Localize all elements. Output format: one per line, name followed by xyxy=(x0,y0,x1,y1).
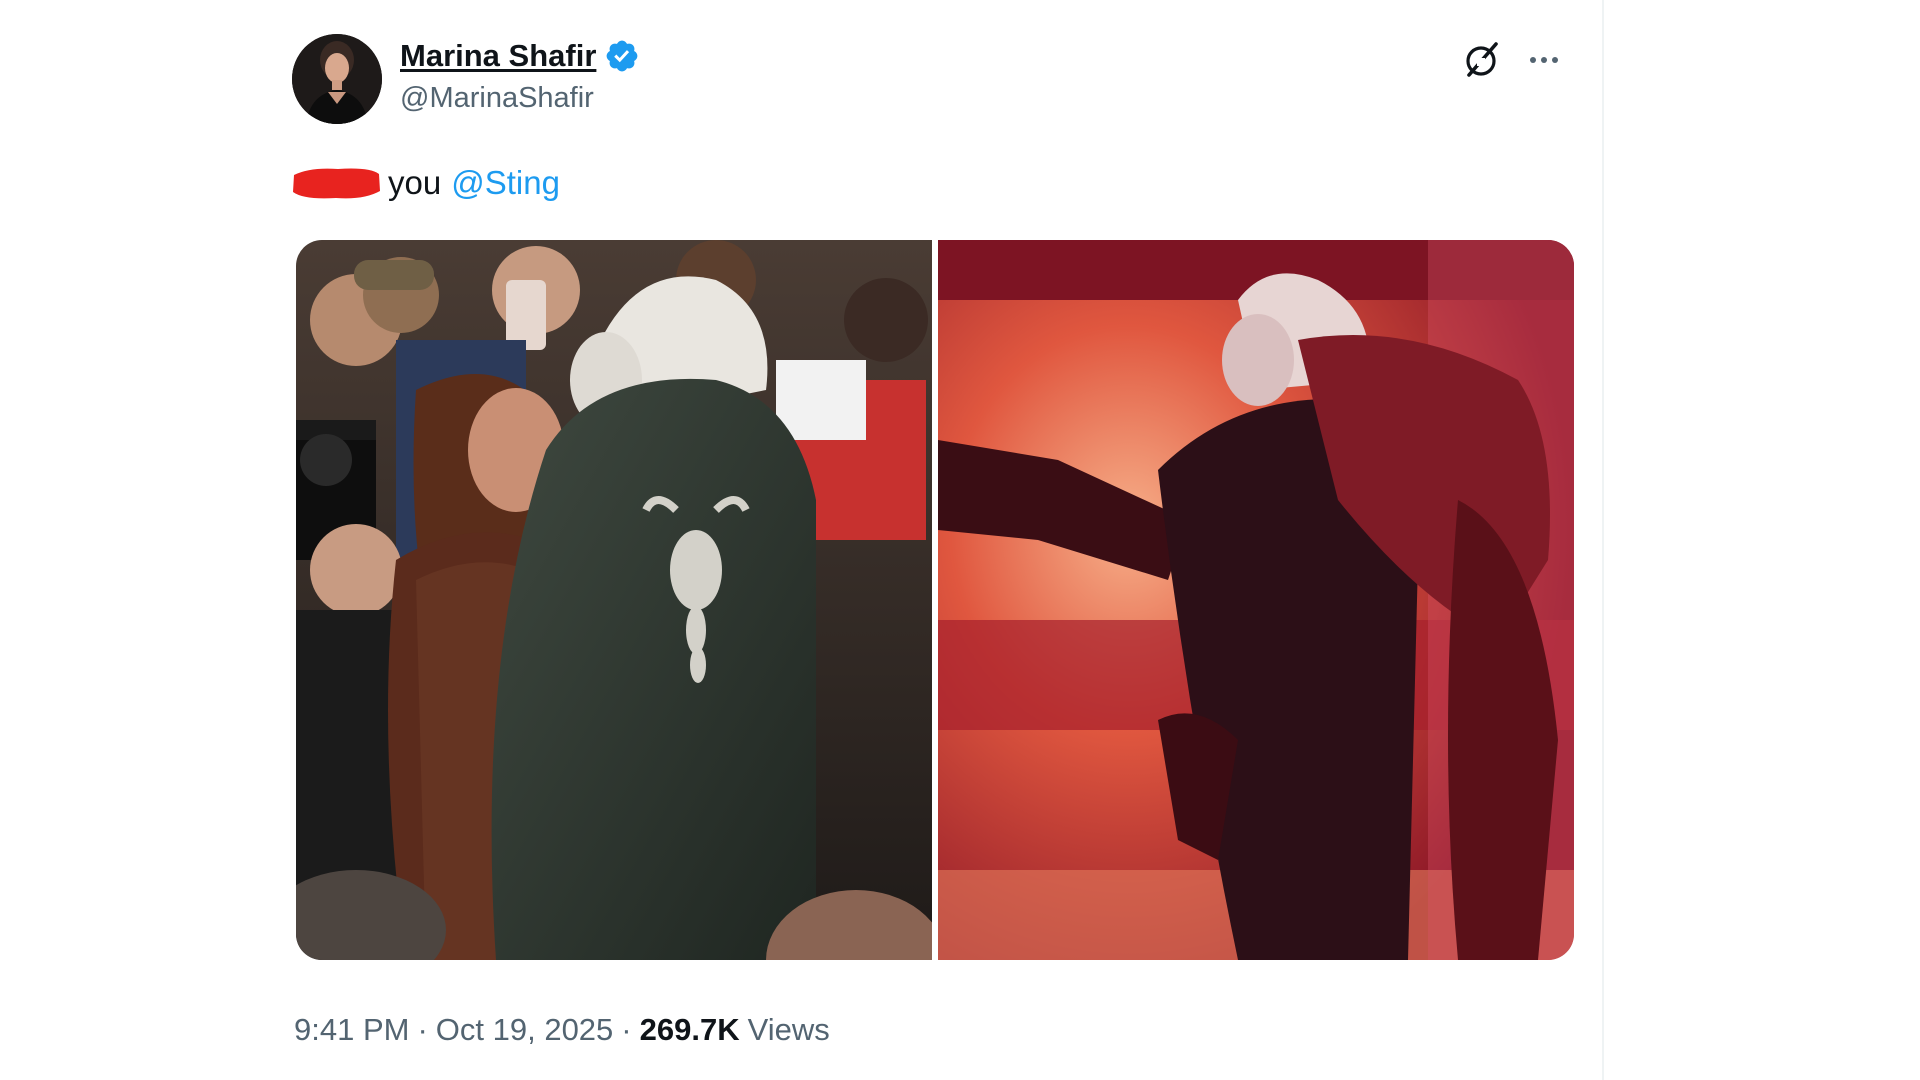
redaction-mark xyxy=(293,168,380,199)
grok-icon[interactable] xyxy=(1460,38,1504,82)
tweet-card: Marina Shafir @MarinaShafir you @Sting 9… xyxy=(290,30,1580,1080)
photo-2-image xyxy=(938,240,1574,960)
tweet-time[interactable]: 9:41 PM xyxy=(294,1012,409,1048)
tweet-meta: 9:41 PM · Oct 19, 2025 · 269.7K Views xyxy=(294,1012,830,1048)
more-options-icon[interactable] xyxy=(1522,40,1566,80)
verified-badge-icon xyxy=(607,40,638,72)
tweet-date[interactable]: Oct 19, 2025 xyxy=(436,1012,614,1048)
views-count: 269.7K xyxy=(639,1012,740,1047)
avatar[interactable] xyxy=(292,34,382,124)
views-label: Views xyxy=(747,1012,830,1047)
meta-separator: · xyxy=(417,1012,428,1047)
tweet-text: you @Sting xyxy=(290,158,560,208)
avatar-image xyxy=(292,34,382,124)
tweet-page: Marina Shafir @MarinaShafir you @Sting 9… xyxy=(0,0,1920,1080)
column-divider xyxy=(1602,0,1604,1080)
author-name-row: Marina Shafir xyxy=(400,38,640,74)
photo-1[interactable] xyxy=(296,240,932,960)
media-grid xyxy=(296,240,1574,960)
tweet-text-word: you xyxy=(388,164,442,201)
mention-link[interactable]: @Sting xyxy=(451,164,560,202)
author-display-name[interactable]: Marina Shafir xyxy=(400,38,596,74)
photo-1-image xyxy=(296,240,932,960)
photo-2[interactable] xyxy=(938,240,1574,960)
meta-separator: · xyxy=(621,1012,632,1047)
author-handle[interactable]: @MarinaShafir xyxy=(400,82,594,115)
